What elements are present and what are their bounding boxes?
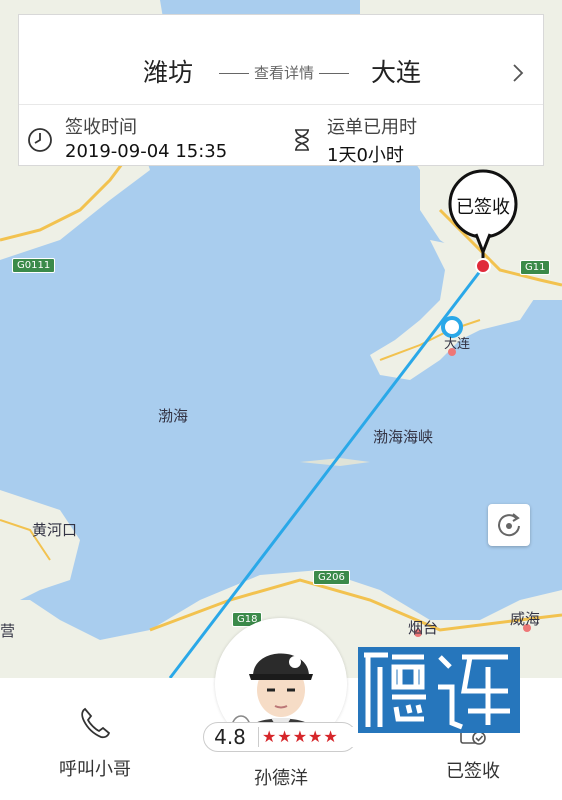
view-detail-link[interactable]: 查看详情 (209, 64, 359, 82)
duration-label: 运单已用时 (327, 117, 417, 138)
map-label-yantai: 烟台 (408, 619, 439, 637)
sign-time-label: 签收时间 (65, 117, 137, 138)
pin-label: 已签收 (456, 197, 510, 218)
rating-score: 4.8 (214, 725, 246, 749)
chevron-right-icon (513, 64, 524, 82)
clock-icon (28, 128, 52, 152)
call-courier-label: 呼叫小哥 (59, 759, 131, 780)
sign-time-value: 2019-09-04 15:35 (65, 141, 228, 162)
map-label-strait: 渤海海峡 (373, 428, 434, 446)
road-shield-g0111: G0111 (12, 258, 56, 273)
hourglass-icon (295, 129, 309, 151)
map-label-dalian: 大连 (444, 337, 471, 352)
card-divider (19, 104, 543, 105)
map-label-yellow-river: 黄河口 (32, 521, 78, 539)
refresh-location-button[interactable] (488, 504, 530, 546)
star-icons: ★★★★★ (262, 727, 339, 746)
origin-city: 潍坊 (143, 58, 194, 87)
map-label-weihai: 威海 (510, 610, 541, 628)
destination-city: 大连 (371, 58, 422, 87)
refresh-icon (498, 513, 520, 537)
courier-name: 孙德洋 (254, 768, 308, 789)
phone-icon (81, 707, 111, 739)
map-label-bohai: 渤海 (158, 407, 189, 425)
call-courier-button[interactable]: 呼叫小哥 (40, 703, 150, 781)
road-shield-g11: G11 (520, 260, 551, 275)
destination-pin[interactable] (443, 168, 523, 278)
map-label-ying: 营 (0, 622, 16, 640)
rating-stars: ★★★★★ (258, 727, 357, 747)
route-header[interactable]: 潍坊 查看详情 大连 (19, 15, 543, 105)
road-shield-g206: G206 (313, 570, 350, 585)
duration-value: 1天0小时 (327, 145, 404, 166)
courier-rating: 4.8 ★★★★★ (203, 722, 357, 752)
shipment-card: 潍坊 查看详情 大连 签收时间 2019-09-04 15:35 运单已用时 1… (18, 14, 544, 166)
watermark-logo (358, 647, 520, 733)
signed-status-label: 已签收 (446, 761, 500, 782)
